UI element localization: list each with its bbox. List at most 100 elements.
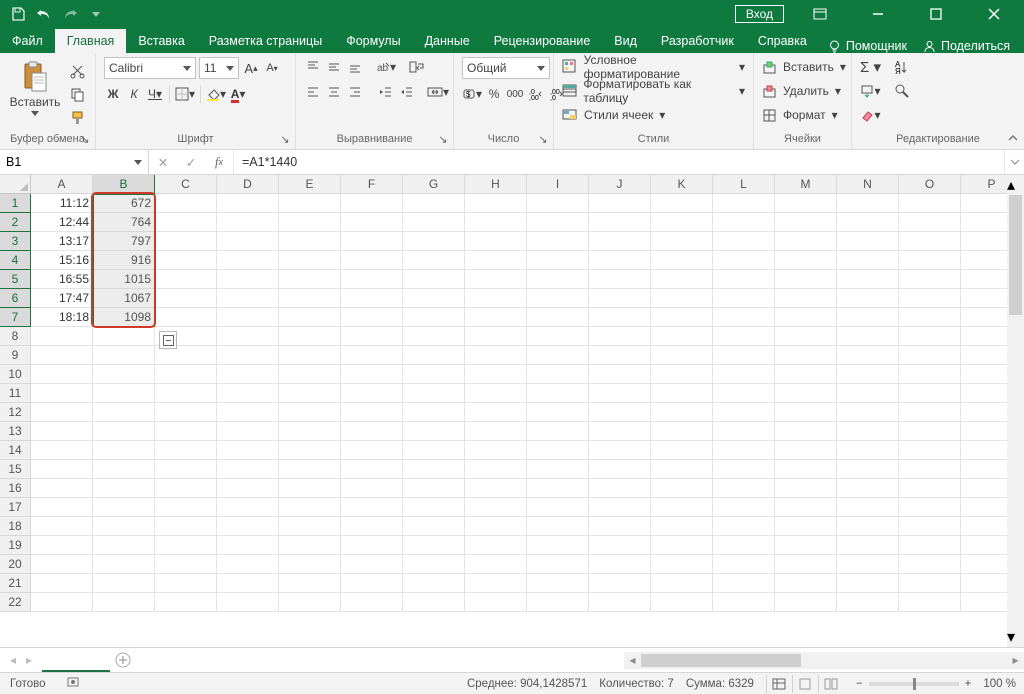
column-header[interactable]: O	[899, 175, 961, 194]
cell[interactable]	[651, 536, 713, 555]
cell[interactable]	[775, 213, 837, 232]
cell[interactable]	[775, 517, 837, 536]
cell[interactable]	[279, 308, 341, 327]
ribbon-tab-8[interactable]: Разработчик	[649, 29, 746, 53]
row-header[interactable]: 18	[0, 517, 31, 536]
cell[interactable]	[279, 593, 341, 612]
cell[interactable]	[527, 346, 589, 365]
cell[interactable]	[155, 194, 217, 213]
macro-record-icon[interactable]	[56, 675, 90, 692]
cell[interactable]	[403, 422, 465, 441]
cell[interactable]	[651, 441, 713, 460]
cell[interactable]	[403, 194, 465, 213]
ribbon-tab-9[interactable]: Справка	[746, 29, 819, 53]
cell[interactable]	[651, 289, 713, 308]
column-header[interactable]: I	[527, 175, 589, 194]
maximize-button[interactable]	[914, 0, 958, 28]
dialog-launcher-icon[interactable]: ↘	[537, 133, 549, 145]
cell[interactable]	[713, 213, 775, 232]
cell[interactable]	[217, 308, 279, 327]
cell[interactable]	[775, 403, 837, 422]
cell[interactable]	[713, 593, 775, 612]
expand-formula-bar-icon[interactable]	[1004, 150, 1024, 174]
cell[interactable]	[899, 460, 961, 479]
cell[interactable]: 1015	[93, 270, 155, 289]
conditional-formatting-button[interactable]: Условное форматирование▾	[562, 57, 745, 77]
cell[interactable]	[279, 213, 341, 232]
cell[interactable]	[93, 327, 155, 346]
cell[interactable]	[155, 574, 217, 593]
column-header[interactable]: H	[465, 175, 527, 194]
row-header[interactable]: 14	[0, 441, 31, 460]
cell[interactable]	[465, 479, 527, 498]
cell[interactable]	[589, 346, 651, 365]
cell[interactable]	[899, 213, 961, 232]
cell[interactable]	[155, 213, 217, 232]
row-header[interactable]: 15	[0, 460, 31, 479]
cell[interactable]	[341, 251, 403, 270]
cell[interactable]	[651, 574, 713, 593]
cell[interactable]	[217, 232, 279, 251]
cell[interactable]	[155, 403, 217, 422]
cell[interactable]	[713, 536, 775, 555]
cell[interactable]	[31, 384, 93, 403]
cell[interactable]	[279, 574, 341, 593]
cell[interactable]	[899, 517, 961, 536]
cell[interactable]	[899, 346, 961, 365]
cell[interactable]	[713, 308, 775, 327]
font-name-select[interactable]: Calibri	[104, 57, 196, 79]
cell[interactable]	[527, 232, 589, 251]
cell[interactable]	[899, 251, 961, 270]
column-header[interactable]: G	[403, 175, 465, 194]
cell[interactable]	[217, 555, 279, 574]
cell[interactable]	[155, 460, 217, 479]
cell[interactable]	[713, 460, 775, 479]
cell[interactable]	[651, 555, 713, 574]
cell[interactable]	[341, 327, 403, 346]
cell[interactable]	[713, 384, 775, 403]
cell[interactable]	[899, 232, 961, 251]
cell[interactable]	[279, 498, 341, 517]
cell[interactable]	[31, 555, 93, 574]
cell[interactable]	[837, 365, 899, 384]
cell[interactable]	[341, 289, 403, 308]
cell[interactable]	[465, 422, 527, 441]
format-painter-icon[interactable]	[68, 107, 86, 127]
cell[interactable]	[899, 194, 961, 213]
cell[interactable]	[217, 498, 279, 517]
cell[interactable]	[403, 403, 465, 422]
cell[interactable]	[93, 441, 155, 460]
cell[interactable]	[279, 460, 341, 479]
cell[interactable]	[403, 498, 465, 517]
cell[interactable]	[775, 232, 837, 251]
new-sheet-button[interactable]	[110, 647, 136, 673]
view-page-break-icon[interactable]	[818, 675, 844, 693]
cell[interactable]	[589, 308, 651, 327]
cell[interactable]	[403, 555, 465, 574]
cell[interactable]	[899, 479, 961, 498]
cell[interactable]	[589, 479, 651, 498]
cell[interactable]	[837, 517, 899, 536]
cell[interactable]	[31, 441, 93, 460]
cell[interactable]	[465, 346, 527, 365]
autofill-options-icon[interactable]	[159, 331, 177, 349]
format-as-table-button[interactable]: Форматировать как таблицу▾	[562, 81, 745, 101]
autosum-icon[interactable]: Σ ▾	[860, 57, 881, 77]
cell[interactable]: 12:44	[31, 213, 93, 232]
cell[interactable]	[31, 327, 93, 346]
cell[interactable]	[465, 289, 527, 308]
cell[interactable]	[589, 213, 651, 232]
cell[interactable]	[775, 327, 837, 346]
cell[interactable]	[403, 574, 465, 593]
cell[interactable]: 13:17	[31, 232, 93, 251]
zoom-in-icon[interactable]: +	[965, 678, 972, 690]
cell[interactable]	[775, 384, 837, 403]
align-right-icon[interactable]	[346, 82, 364, 102]
cell[interactable]	[775, 460, 837, 479]
cell[interactable]	[899, 289, 961, 308]
cell[interactable]	[589, 555, 651, 574]
cell[interactable]	[527, 574, 589, 593]
cell[interactable]	[837, 593, 899, 612]
cell[interactable]	[589, 270, 651, 289]
cell[interactable]	[217, 460, 279, 479]
